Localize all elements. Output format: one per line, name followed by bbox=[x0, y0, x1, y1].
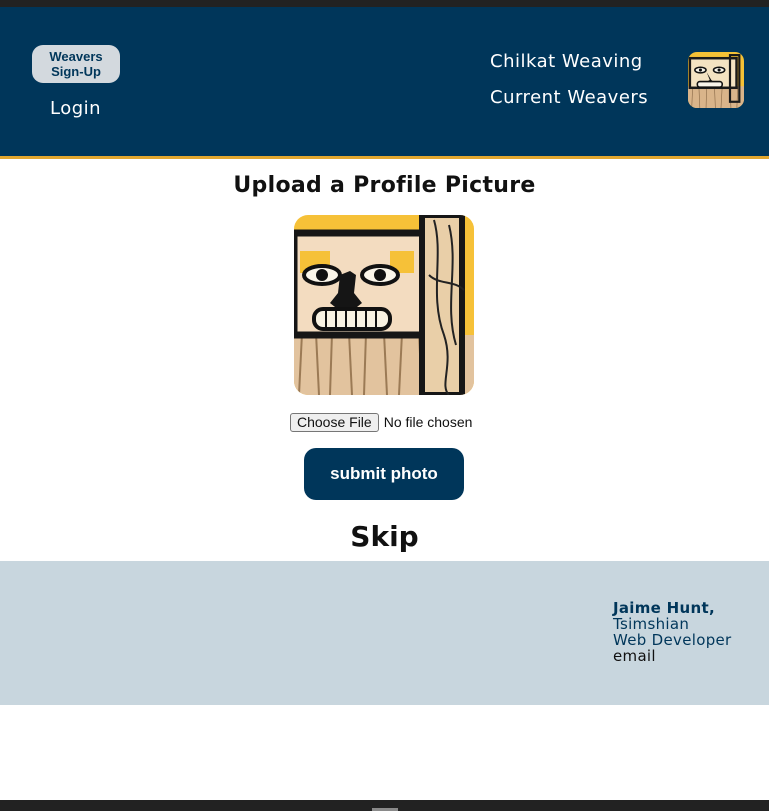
profile-picture-preview bbox=[294, 215, 474, 395]
site-footer: Jaime Hunt, Tsimshian Web Developer emai… bbox=[0, 561, 769, 705]
file-status-text: No file chosen bbox=[383, 414, 473, 430]
developer-name: Jaime Hunt, bbox=[613, 599, 715, 617]
nav-link-current-weavers[interactable]: Current Weavers bbox=[490, 87, 648, 108]
page-title: Upload a Profile Picture bbox=[233, 173, 536, 198]
weavers-signup-label: Weavers Sign-Up bbox=[49, 49, 103, 79]
developer-role: Web Developer bbox=[613, 631, 732, 649]
browser-bottom-bar bbox=[0, 800, 769, 811]
weavers-signup-button[interactable]: Weavers Sign-Up bbox=[32, 45, 120, 83]
choose-file-button[interactable]: Choose File bbox=[290, 412, 379, 432]
browser-top-strip bbox=[0, 0, 769, 7]
file-input[interactable]: Choose File No file chosen bbox=[290, 412, 472, 432]
chilkat-face-image bbox=[294, 215, 474, 395]
footer-credits: Jaime Hunt, Tsimshian Web Developer emai… bbox=[613, 600, 732, 664]
developer-email-link[interactable]: email bbox=[613, 648, 732, 664]
submit-photo-button[interactable]: submit photo bbox=[304, 448, 464, 500]
skip-link[interactable]: Skip bbox=[0, 520, 769, 553]
chilkat-face-logo-icon[interactable] bbox=[688, 52, 744, 108]
site-header: Weavers Sign-Up Login Chilkat Weaving Cu… bbox=[0, 7, 769, 159]
submit-photo-label: submit photo bbox=[330, 464, 438, 483]
logo-face-graphic bbox=[688, 52, 744, 108]
developer-nation: Tsimshian bbox=[613, 615, 690, 633]
nav-link-chilkat-weaving[interactable]: Chilkat Weaving bbox=[490, 51, 643, 72]
login-link[interactable]: Login bbox=[50, 98, 101, 119]
